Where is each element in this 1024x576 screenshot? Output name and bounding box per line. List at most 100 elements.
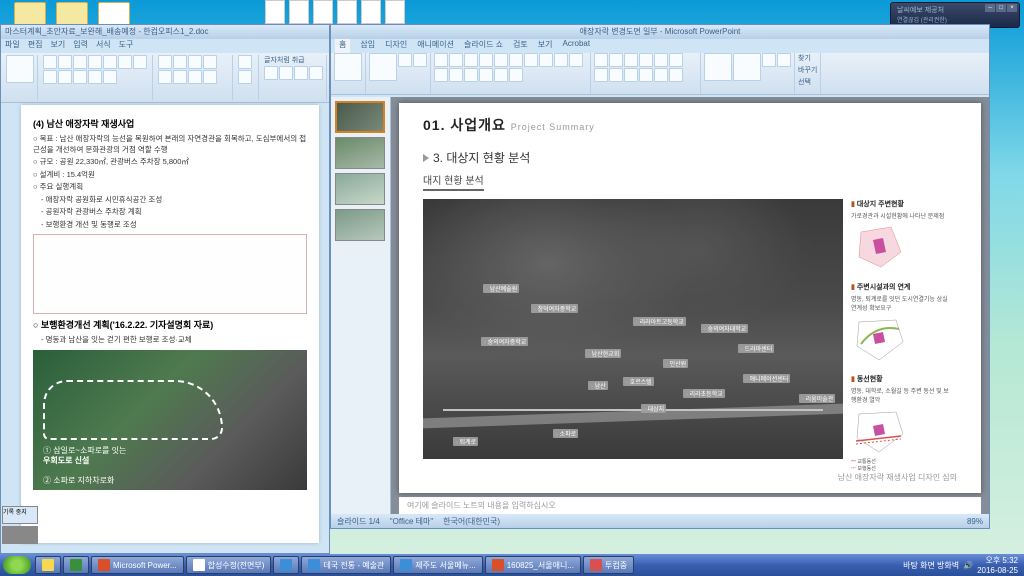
tab-home[interactable]: 홈 — [335, 39, 350, 53]
rib-btn[interactable] — [58, 70, 72, 84]
tab-insert[interactable]: 삽입 — [360, 39, 375, 53]
rib-btn[interactable] — [449, 68, 463, 82]
quick-launch[interactable] — [35, 556, 61, 574]
task-item[interactable] — [273, 556, 299, 574]
task-item[interactable]: 합성수정(전면부) — [186, 556, 272, 574]
arrange-button[interactable] — [733, 53, 761, 81]
rib-btn[interactable] — [398, 53, 412, 67]
rib-btn[interactable] — [777, 53, 791, 67]
rib-btn[interactable] — [73, 55, 87, 69]
select-button[interactable]: 선택 — [798, 77, 817, 87]
task-item[interactable]: 투컴중 — [583, 556, 634, 574]
tab[interactable]: 입력 — [73, 39, 88, 53]
rib-btn[interactable] — [464, 68, 478, 82]
minimize-icon[interactable]: – — [985, 4, 995, 12]
rib-btn[interactable] — [238, 55, 252, 69]
find-button[interactable]: 찾기 — [798, 53, 817, 63]
rib-btn[interactable] — [43, 70, 57, 84]
rib-btn[interactable] — [464, 53, 478, 67]
thumbnail-3[interactable] — [335, 173, 385, 205]
slide-canvas[interactable]: 01. 사업개요 Project Summary 3. 대상지 현황 분석 대지… — [399, 103, 981, 493]
rib-btn[interactable] — [609, 68, 623, 82]
rib-btn[interactable] — [624, 68, 638, 82]
task-item[interactable]: 데국 전통 - 예술관 — [301, 556, 391, 574]
tab-slideshow[interactable]: 슬라이드 쇼 — [464, 39, 503, 53]
mini-thumb[interactable]: 기록 중지 — [2, 506, 38, 524]
rib-btn[interactable] — [294, 66, 308, 80]
rib-btn[interactable] — [103, 70, 117, 84]
task-item[interactable]: 제주도 서울메뉴... — [393, 556, 482, 574]
rib-btn[interactable] — [43, 55, 57, 69]
start-button[interactable] — [3, 556, 31, 574]
rib-btn[interactable] — [413, 53, 427, 67]
rib-btn[interactable] — [203, 70, 217, 84]
rib-btn[interactable] — [494, 68, 508, 82]
rib-btn[interactable] — [158, 70, 172, 84]
paste-button[interactable] — [334, 53, 362, 81]
tab-animation[interactable]: 애니메이션 — [417, 39, 454, 53]
rib-btn[interactable] — [569, 53, 583, 67]
shapes-button[interactable] — [704, 53, 732, 81]
rib-btn[interactable] — [58, 55, 72, 69]
rib-btn[interactable] — [118, 55, 132, 69]
replace-button[interactable]: 바꾸기 — [798, 65, 817, 75]
thumbnail-2[interactable] — [335, 137, 385, 169]
rib-btn[interactable] — [594, 68, 608, 82]
new-slide-button[interactable] — [369, 53, 397, 81]
rib-btn[interactable] — [73, 70, 87, 84]
rib-btn[interactable] — [554, 53, 568, 67]
tab[interactable]: 서식 — [96, 39, 111, 53]
tab-acrobat[interactable]: Acrobat — [563, 39, 591, 53]
thumbnail-1[interactable] — [335, 101, 385, 133]
rib-btn[interactable] — [669, 68, 683, 82]
rib-btn[interactable] — [173, 70, 187, 84]
rib-btn[interactable] — [639, 68, 653, 82]
tab-view[interactable]: 보기 — [538, 39, 553, 53]
rib-btn[interactable] — [434, 53, 448, 67]
tab[interactable]: 편집 — [28, 39, 43, 53]
rib-btn[interactable] — [173, 55, 187, 69]
rib-btn[interactable] — [509, 53, 523, 67]
mini-thumb[interactable] — [2, 526, 38, 544]
tray-icon[interactable]: 🔊 — [963, 561, 973, 570]
tab[interactable]: 보기 — [50, 39, 65, 53]
rib-btn[interactable] — [669, 53, 683, 67]
rib-btn[interactable] — [309, 66, 323, 80]
rib-btn[interactable] — [624, 53, 638, 67]
rib-btn[interactable] — [264, 66, 278, 80]
rib-btn[interactable] — [88, 55, 102, 69]
maximize-icon[interactable]: □ — [996, 4, 1006, 12]
rib-btn[interactable] — [524, 53, 538, 67]
paste-button[interactable] — [6, 55, 34, 83]
notes-pane[interactable]: 여기에 슬라이드 노트의 내용을 입력하십시오 — [399, 497, 981, 514]
rib-btn[interactable] — [188, 55, 202, 69]
word-titlebar[interactable]: 마스터계획_초안자료_보완해_배송예정 - 한컴오피스1_2.doc — [1, 25, 329, 39]
rib-btn[interactable] — [479, 68, 493, 82]
ppt-titlebar[interactable]: 애장자락 변경도면 일부 - Microsoft PowerPoint — [331, 25, 989, 39]
rib-btn[interactable] — [434, 68, 448, 82]
status-zoom[interactable]: 89% — [967, 517, 983, 526]
rib-btn[interactable] — [188, 70, 202, 84]
tab-design[interactable]: 디자인 — [385, 39, 407, 53]
quick-launch[interactable] — [63, 556, 89, 574]
rib-btn[interactable] — [238, 70, 252, 84]
close-icon[interactable]: × — [1007, 4, 1017, 12]
rib-btn[interactable] — [654, 53, 668, 67]
rib-btn[interactable] — [479, 53, 493, 67]
rib-btn[interactable] — [449, 53, 463, 67]
rib-btn[interactable] — [594, 53, 608, 67]
tab[interactable]: 도구 — [119, 39, 134, 53]
rib-btn[interactable] — [88, 70, 102, 84]
rib-btn[interactable] — [539, 53, 553, 67]
word-document[interactable]: (4) 남산 애장자락 재생사업 ○ 목표 : 남산 애장자락의 능선을 복원하… — [21, 105, 319, 543]
rib-btn[interactable] — [279, 66, 293, 80]
tab[interactable]: 파일 — [5, 39, 20, 53]
rib-btn[interactable] — [509, 68, 523, 82]
rib-btn[interactable] — [609, 53, 623, 67]
thumbnail-4[interactable] — [335, 209, 385, 241]
rib-btn[interactable] — [494, 53, 508, 67]
rib-btn[interactable] — [654, 68, 668, 82]
rib-btn[interactable] — [103, 55, 117, 69]
rib-btn[interactable] — [639, 53, 653, 67]
system-tray[interactable]: 바탕 화면 방화벽 🔊 오후 5:32 2016-08-25 — [897, 555, 1024, 575]
